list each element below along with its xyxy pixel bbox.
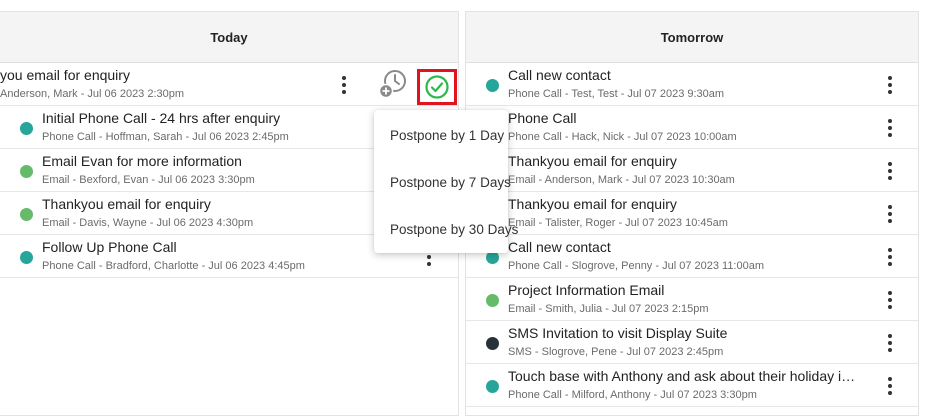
task-subtitle: Phone Call - Slogrove, Penny - Jul 07 20… — [508, 260, 765, 272]
task-subtitle: SMS - Slogrove, Pene - Jul 07 2023 2:45p… — [508, 346, 724, 358]
task-subtitle: Phone Call - Milford, Anthony - Jul 07 2… — [508, 389, 757, 401]
more-options-icon[interactable] — [884, 118, 896, 138]
today-header: Today — [0, 12, 458, 63]
task-subtitle: Anderson, Mark - Jul 06 2023 2:30pm — [0, 88, 185, 100]
tomorrow-column: Tomorrow Call new contact Phone Call - T… — [465, 11, 919, 416]
task-type-dot — [486, 79, 499, 92]
more-options-icon[interactable] — [884, 204, 896, 224]
postpone-clock-icon[interactable] — [378, 69, 408, 99]
task-type-dot — [20, 165, 33, 178]
tomorrow-header: Tomorrow — [466, 12, 918, 63]
task-subtitle: Phone Call - Hoffman, Sarah - Jul 06 202… — [42, 131, 289, 143]
task-subtitle: Email - Talister, Roger - Jul 07 2023 10… — [508, 217, 728, 229]
task-title: Project Information Email — [508, 282, 665, 298]
task-row[interactable]: Project Information Email Email - Smith,… — [466, 278, 918, 321]
task-title: Call new contact — [508, 67, 611, 83]
postpone-7-days-item[interactable]: Postpone by 7 Days — [374, 159, 511, 206]
more-options-icon[interactable] — [884, 376, 896, 396]
task-title: Phone Call — [508, 110, 577, 126]
task-row[interactable]: Call new contact Phone Call - Test, Test… — [466, 63, 918, 106]
task-row[interactable]: Touch base with Anthony and ask about th… — [466, 364, 918, 407]
task-row[interactable]: you email for enquiry Anderson, Mark - J… — [0, 63, 458, 106]
task-row[interactable]: Call new contact Phone Call - Slogrove, … — [466, 235, 918, 278]
task-title: you email for enquiry — [0, 67, 130, 83]
more-options-icon[interactable] — [884, 290, 896, 310]
task-subtitle: Email - Bexford, Evan - Jul 06 2023 3:30… — [42, 174, 255, 186]
task-title: Thankyou email for enquiry — [508, 153, 677, 169]
task-row[interactable]: Thankyou email for enquiry Email - Ander… — [466, 149, 918, 192]
task-type-dot — [486, 294, 499, 307]
task-subtitle: Phone Call - Hack, Nick - Jul 07 2023 10… — [508, 131, 737, 143]
task-row[interactable]: Thankyou email for enquiry Email - Talis… — [466, 192, 918, 235]
postpone-1-day-item[interactable]: Postpone by 1 Day — [374, 112, 508, 159]
task-subtitle: Email - Davis, Wayne - Jul 06 2023 4:30p… — [42, 217, 254, 229]
task-subtitle: Phone Call - Bradford, Charlotte - Jul 0… — [42, 260, 305, 272]
task-title: Thankyou email for enquiry — [508, 196, 677, 212]
task-subtitle: Email - Anderson, Mark - Jul 07 2023 10:… — [508, 174, 735, 186]
task-title: Call new contact — [508, 239, 611, 255]
task-title: SMS Invitation to visit Display Suite — [508, 325, 728, 341]
more-options-icon[interactable] — [338, 75, 350, 95]
check-circle-icon — [425, 75, 449, 99]
task-type-dot — [20, 208, 33, 221]
task-title: Follow Up Phone Call — [42, 239, 177, 255]
task-subtitle: Phone Call - Test, Test - Jul 07 2023 9:… — [508, 88, 725, 100]
task-subtitle: Email - Smith, Julia - Jul 07 2023 2:15p… — [508, 303, 709, 315]
task-type-dot — [20, 122, 33, 135]
more-options-icon[interactable] — [884, 333, 896, 353]
task-title: Thankyou email for enquiry — [42, 196, 211, 212]
more-options-icon[interactable] — [884, 161, 896, 181]
postpone-30-days-item[interactable]: Postpone by 30 Days — [374, 206, 518, 253]
postpone-menu: Postpone by 1 Day Postpone by 7 Days Pos… — [374, 110, 518, 253]
task-row[interactable]: SMS Invitation to visit Display Suite SM… — [466, 321, 918, 364]
task-row[interactable]: Phone Call Phone Call - Hack, Nick - Jul… — [466, 106, 918, 149]
task-title: Touch base with Anthony and ask about th… — [508, 368, 860, 384]
task-type-dot — [486, 380, 499, 393]
task-title: Initial Phone Call - 24 hrs after enquir… — [42, 110, 281, 126]
complete-task-button[interactable] — [417, 69, 457, 105]
task-type-dot — [486, 337, 499, 350]
more-options-icon[interactable] — [884, 247, 896, 267]
task-type-dot — [20, 251, 33, 264]
task-title: Email Evan for more information — [42, 153, 242, 169]
more-options-icon[interactable] — [884, 75, 896, 95]
